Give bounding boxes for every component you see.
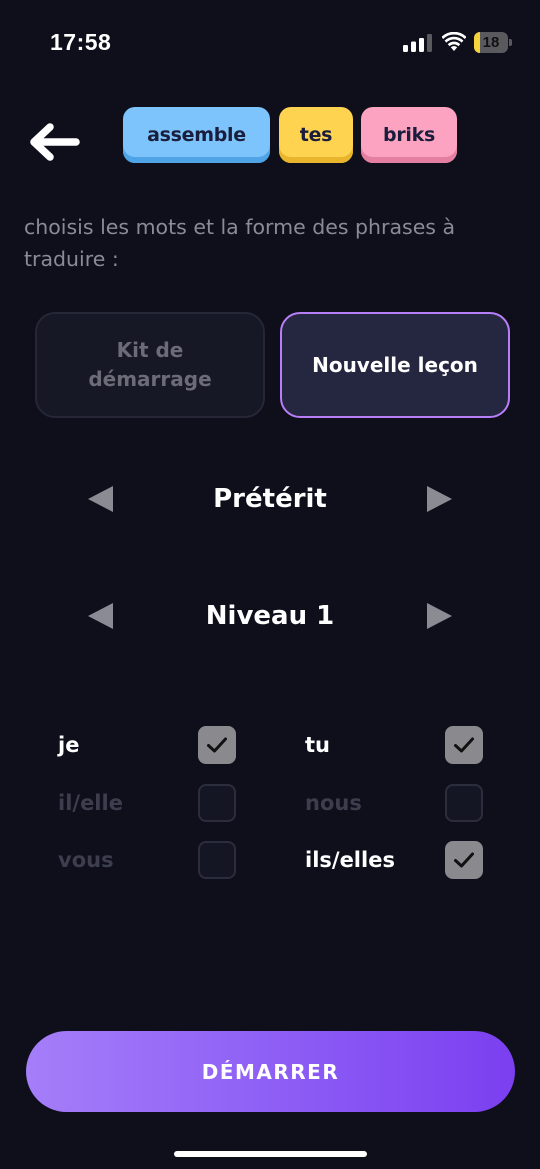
pronoun-label-tu: tu — [305, 733, 330, 757]
pronoun-checkbox-je[interactable] — [198, 726, 236, 764]
checkmark-icon — [454, 852, 474, 868]
tense-selector: Prétérit — [0, 474, 540, 524]
battery-cap — [509, 39, 512, 46]
pronoun-label-ils-elles: ils/elles — [305, 848, 395, 872]
battery-indicator: 18 — [474, 32, 512, 53]
brick-tes: tes — [279, 107, 353, 163]
start-button[interactable]: DÉMARRER — [26, 1031, 515, 1112]
status-time: 17:58 — [50, 29, 112, 55]
pronoun-checkbox-vous[interactable] — [198, 841, 236, 879]
screen: 17:58 18 assemble tes briks choisis les … — [0, 0, 540, 1169]
level-value: Niveau 1 — [205, 601, 335, 631]
tense-value: Prétérit — [213, 484, 327, 514]
tense-next-button[interactable] — [427, 486, 452, 512]
pronoun-label-je: je — [58, 733, 80, 757]
home-indicator — [174, 1151, 367, 1157]
level-prev-button[interactable] — [88, 603, 113, 629]
pronoun-label-nous: nous — [305, 791, 362, 815]
battery-level: 18 — [482, 34, 500, 51]
checkmark-icon — [207, 737, 227, 753]
pronoun-checkbox-tu[interactable] — [445, 726, 483, 764]
new-lesson-label: Nouvelle leçon — [312, 352, 478, 377]
battery-body: 18 — [474, 32, 508, 53]
checkmark-icon — [454, 737, 474, 753]
pronoun-checkbox-ils-elles[interactable] — [445, 841, 483, 879]
arrow-left-icon — [30, 123, 80, 161]
signal-icon — [403, 34, 432, 52]
pronoun-checkbox-il-elle[interactable] — [198, 784, 236, 822]
starter-kit-button[interactable]: Kit de démarrage — [35, 312, 265, 418]
level-next-button[interactable] — [427, 603, 452, 629]
brick-briks: briks — [361, 107, 457, 163]
start-button-label: DÉMARRER — [201, 1059, 340, 1084]
wifi-icon — [442, 32, 466, 51]
level-selector: Niveau 1 — [0, 591, 540, 641]
tense-prev-button[interactable] — [88, 486, 113, 512]
pronoun-label-vous: vous — [58, 848, 114, 872]
back-button[interactable] — [26, 118, 82, 166]
instructions-text: choisis les mots et la forme des phrases… — [24, 215, 456, 271]
pronoun-label-il-elle: il/elle — [58, 791, 123, 815]
new-lesson-button[interactable]: Nouvelle leçon — [280, 312, 510, 418]
pronoun-checkbox-nous[interactable] — [445, 784, 483, 822]
starter-kit-label: Kit de démarrage — [88, 338, 212, 391]
brick-assemble: assemble — [123, 107, 270, 163]
